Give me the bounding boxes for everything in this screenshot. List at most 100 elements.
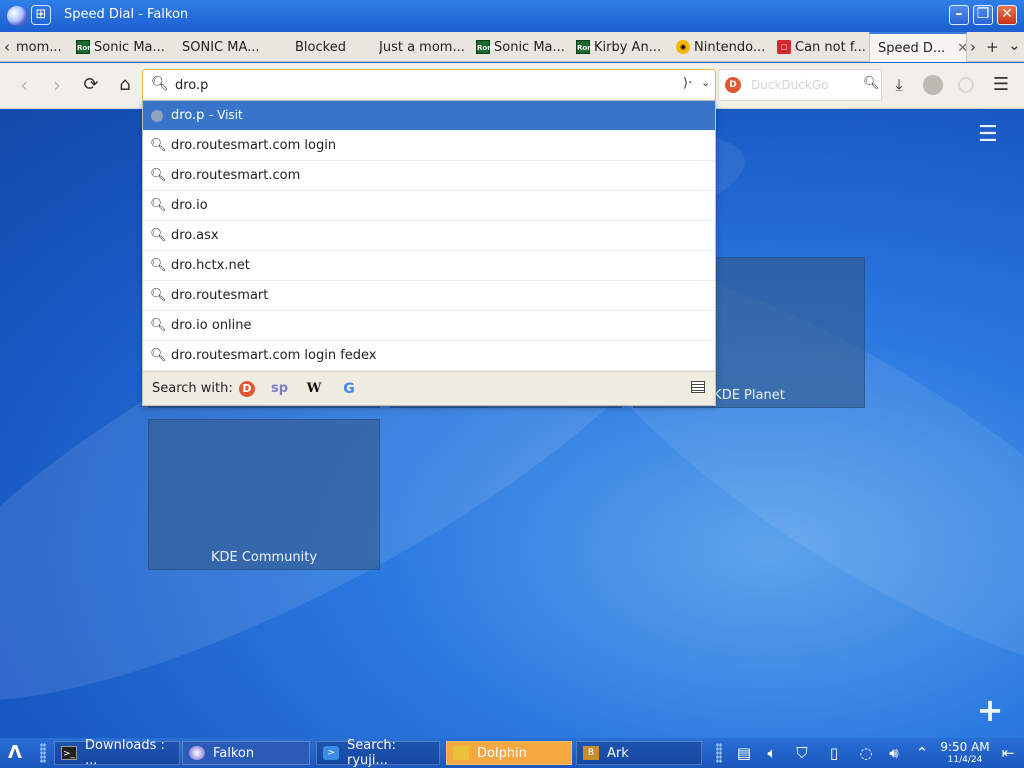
clock-time: 9:50 AM xyxy=(940,740,990,754)
roms-favicon-icon: Roms xyxy=(76,40,99,54)
logout-icon[interactable]: ⇤ xyxy=(998,743,1018,763)
chevron-up-icon[interactable]: ⌃ xyxy=(912,743,932,763)
taskbar: Λ >_ Downloads : ... Falkon > Search: ry… xyxy=(0,738,1024,768)
cannot-favicon-icon: □ xyxy=(777,40,791,54)
tab[interactable]: Blocked xyxy=(295,32,365,62)
taskbar-item-downloads[interactable]: >_ Downloads : ... xyxy=(54,738,180,768)
grip-handle[interactable] xyxy=(40,743,46,763)
falkon-app-icon[interactable] xyxy=(7,6,27,26)
wikipedia-icon[interactable]: W xyxy=(306,381,322,397)
suggestion-item[interactable]: 🔍︎ dro.routesmart.com login xyxy=(143,131,715,161)
network-icon[interactable]: ⛉ xyxy=(792,743,812,763)
chevron-down-icon[interactable]: ⌄ xyxy=(701,76,710,89)
task-label: Downloads : ... xyxy=(85,738,165,768)
suggestion-item[interactable]: 🔍︎ dro.io online xyxy=(143,311,715,341)
tab[interactable]: Roms Sonic Ma... xyxy=(76,32,166,62)
tab-scroll-right-icon[interactable]: › xyxy=(970,38,976,56)
suggestion-text: dro.hctx.net xyxy=(171,258,250,273)
minimize-button[interactable]: – xyxy=(949,5,969,25)
search-icon: 🔍︎ xyxy=(150,138,167,153)
tab-active[interactable]: Speed D... ✕ xyxy=(869,32,967,62)
tab-label: Nintendo... xyxy=(694,39,766,55)
close-button[interactable]: ✕ xyxy=(997,5,1017,25)
clock[interactable]: 9:50 AM 11/4/24 xyxy=(938,740,992,766)
home-button[interactable]: ⌂ xyxy=(113,73,137,97)
downloads-icon[interactable]: ⤓ xyxy=(887,73,911,97)
duckduckgo-icon[interactable]: D xyxy=(239,381,255,397)
taskbar-item-search[interactable]: > Search: ryuji... xyxy=(316,738,440,768)
suggestion-visit-label: - Visit xyxy=(209,108,243,122)
startpage-icon[interactable]: sp xyxy=(271,381,288,397)
taskbar-item-falkon[interactable]: Falkon xyxy=(182,741,310,765)
maximize-button[interactable]: ❐ xyxy=(973,5,993,25)
new-tab-button[interactable]: + xyxy=(986,38,999,56)
taskbar-item-ark[interactable]: B Ark xyxy=(576,741,702,765)
speaker-icon[interactable]: 🔊︎ xyxy=(884,743,904,763)
search-icon: 🔍︎ xyxy=(150,228,167,243)
speed-dial-tile-kde-community[interactable]: KDE Community xyxy=(148,419,380,570)
suggestion-item[interactable]: 🔍︎ dro.io xyxy=(143,191,715,221)
tab[interactable]: □ Can not f... xyxy=(777,32,867,62)
tab-label: Can not f... xyxy=(795,39,866,55)
forward-button[interactable]: › xyxy=(45,73,69,97)
tab[interactable]: ◉ Nintendo... xyxy=(676,32,768,62)
application-menu-icon[interactable]: Λ xyxy=(8,742,22,763)
taskbar-item-dolphin[interactable]: Dolphin xyxy=(446,741,572,765)
search-icon[interactable]: 🔍︎ xyxy=(863,76,880,91)
tab[interactable]: SONIC MA... xyxy=(182,32,272,62)
back-button[interactable]: ‹ xyxy=(12,73,36,97)
adblock-icon[interactable] xyxy=(923,75,943,95)
search-icon: 🔍︎ xyxy=(150,258,167,273)
menu-icon[interactable]: ☰ xyxy=(989,73,1013,97)
task-label: Falkon xyxy=(213,745,255,761)
reload-button[interactable]: ⟳ xyxy=(79,73,103,97)
google-icon[interactable]: G xyxy=(341,381,357,397)
tab-label: Blocked xyxy=(295,39,346,55)
search-with-label: Search with: xyxy=(152,381,233,396)
suggestion-item[interactable]: 🔍︎ dro.asx xyxy=(143,221,715,251)
suggestion-item[interactable]: 🔍︎ dro.routesmart.com xyxy=(143,161,715,191)
search-icon: 🔍︎ xyxy=(150,288,167,303)
url-suggestions-dropdown: dro.p - Visit 🔍︎ dro.routesmart.com logi… xyxy=(142,100,716,406)
task-label: Ark xyxy=(607,745,629,761)
suggestion-item[interactable]: 🔍︎ dro.routesmart xyxy=(143,281,715,311)
tab[interactable]: Roms Kirby An... xyxy=(576,32,668,62)
suggestion-visit[interactable]: dro.p - Visit xyxy=(143,101,715,131)
tab-label: SONIC MA... xyxy=(182,39,260,55)
window-titlebar: ⊞ Speed Dial - Falkon – ❐ ✕ xyxy=(0,0,1024,32)
clipboard-icon[interactable]: ▤ xyxy=(734,743,754,763)
grip-handle[interactable] xyxy=(716,743,722,763)
status-icon[interactable]: ◌ xyxy=(856,743,876,763)
terminal-icon: >_ xyxy=(61,746,77,760)
tab-close-icon[interactable]: ✕ xyxy=(957,41,966,56)
suggestion-item[interactable]: 🔍︎ dro.routesmart.com login fedex xyxy=(143,341,715,371)
privacy-icon[interactable] xyxy=(958,77,974,93)
search-input[interactable] xyxy=(751,76,861,94)
tab[interactable]: Roms Sonic Ma... xyxy=(476,32,568,62)
search-bar[interactable]: D 🔍︎ xyxy=(718,69,882,101)
add-dial-icon[interactable]: + xyxy=(976,694,1004,726)
volume-icon[interactable]: 🔈︎ xyxy=(762,743,782,763)
suggestion-text: dro.io online xyxy=(171,318,252,333)
tab-list-icon[interactable]: ⌄ xyxy=(1008,36,1021,54)
suggestion-text: dro.p xyxy=(171,108,205,123)
tab[interactable]: Just a mom... xyxy=(379,32,469,62)
grid-icon[interactable]: ⊞ xyxy=(31,5,51,25)
url-input[interactable] xyxy=(175,75,655,95)
tab-label: Speed D... xyxy=(878,40,946,56)
speed-dial-settings-icon[interactable]: ☰ xyxy=(978,124,1002,146)
duckduckgo-icon[interactable]: D xyxy=(725,77,741,93)
suggestion-item[interactable]: 🔍︎ dro.hctx.net xyxy=(143,251,715,281)
go-arrow-icon[interactable]: ⟩· xyxy=(683,76,692,91)
tab[interactable]: mom... xyxy=(16,32,68,62)
manage-search-engines-icon[interactable] xyxy=(691,381,705,393)
falkon-icon xyxy=(189,746,205,760)
tab-scroll-left-icon[interactable]: ‹ xyxy=(4,38,10,56)
address-bar[interactable]: 🔍︎ ⟩· ⌄ xyxy=(142,69,716,101)
search-icon: 🔍︎ xyxy=(150,318,167,333)
suggestion-text: dro.routesmart xyxy=(171,288,269,303)
suggestion-text: dro.io xyxy=(171,198,208,213)
suggestion-text: dro.routesmart.com login xyxy=(171,138,337,153)
task-label: Dolphin xyxy=(477,745,527,761)
notification-icon[interactable]: ▯ xyxy=(824,743,844,763)
